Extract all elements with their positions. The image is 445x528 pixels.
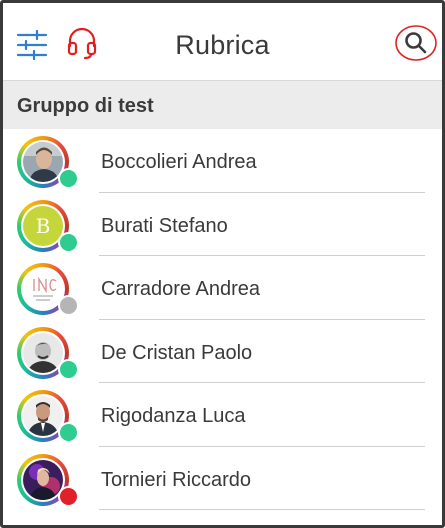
status-online-indicator — [58, 168, 79, 189]
avatar — [17, 453, 79, 507]
avatar: B — [17, 199, 79, 253]
contact-row[interactable]: De Cristan Paolo — [3, 320, 442, 383]
avatar-initial: B — [23, 205, 63, 246]
search-button[interactable] — [393, 23, 439, 63]
row-divider — [99, 509, 425, 510]
contact-row[interactable]: B Burati Stefano — [3, 193, 442, 256]
app-window: Rubrica Gruppo di test Boccolieri Andrea… — [0, 0, 445, 528]
status-offline-indicator — [58, 295, 79, 316]
status-online-indicator — [58, 358, 79, 380]
contact-name: Rigodanza Luca — [101, 405, 246, 427]
contact-row[interactable]: Rigodanza Luca — [3, 383, 442, 447]
status-online-indicator — [58, 422, 79, 443]
contact-row[interactable]: Tornieri Riccardo — [3, 447, 442, 510]
company-logo-icon — [23, 269, 63, 309]
contact-name: Boccolieri Andrea — [101, 151, 257, 173]
contact-photo-icon — [23, 396, 63, 436]
contact-photo-icon — [23, 459, 63, 500]
contact-name: Tornieri Riccardo — [101, 468, 252, 491]
page-title: Rubrica — [175, 30, 270, 60]
search-icon — [395, 25, 437, 61]
contact-list: Boccolieri Andrea B Burati Stefano Carra… — [3, 129, 442, 510]
avatar — [17, 390, 79, 443]
group-title: Gruppo di test — [17, 95, 154, 117]
contact-photo-icon — [23, 142, 63, 182]
contact-name: De Cristan Paolo — [101, 341, 253, 364]
avatar — [17, 136, 79, 189]
status-online-indicator — [58, 231, 79, 253]
avatar — [17, 263, 79, 316]
status-busy-indicator — [58, 485, 79, 507]
contact-row[interactable]: Boccolieri Andrea — [3, 129, 442, 193]
contact-name: Burati Stefano — [101, 214, 228, 237]
contact-photo-icon — [23, 332, 63, 373]
contact-row[interactable]: Carradore Andrea — [3, 256, 442, 320]
top-bar: Rubrica — [3, 3, 442, 80]
contact-name: Carradore Andrea — [101, 278, 260, 300]
group-header: Gruppo di test — [3, 80, 442, 129]
avatar — [17, 326, 79, 380]
